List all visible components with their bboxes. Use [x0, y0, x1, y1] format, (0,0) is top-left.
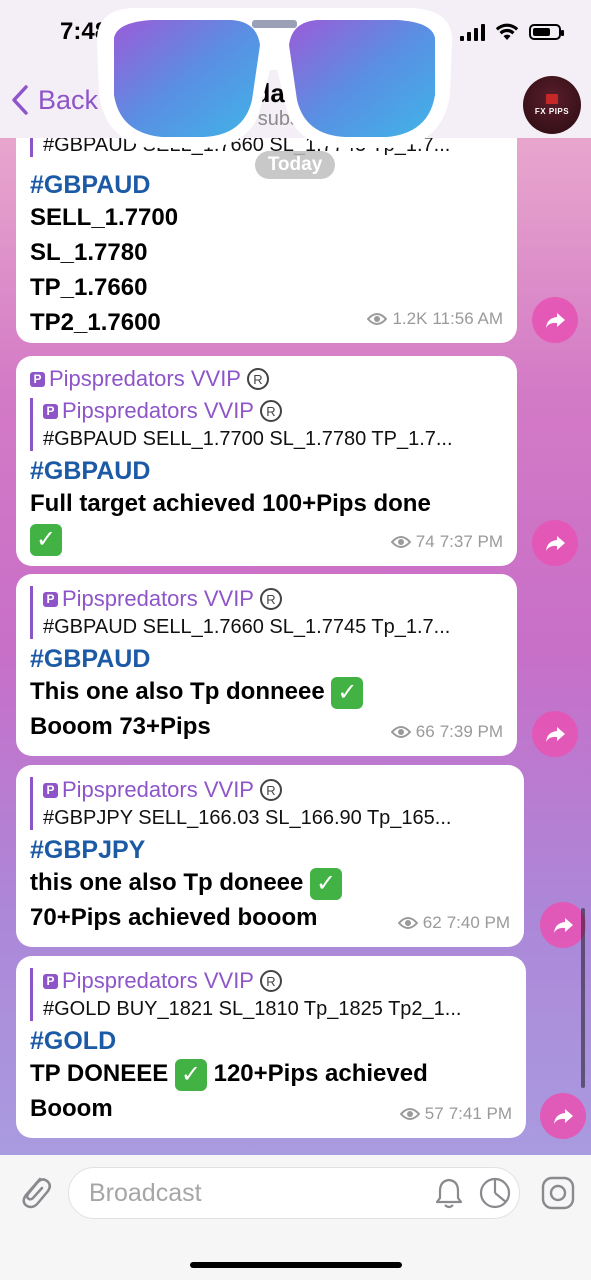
status-icons: [460, 22, 564, 42]
registered-icon: R: [246, 368, 269, 390]
registered-icon: R: [259, 779, 282, 801]
hashtag-link[interactable]: #GBPAUD: [30, 457, 503, 486]
quoted-sender-label: Pipspredators VVIP: [62, 968, 254, 993]
check-mark-icon: ✓: [310, 867, 343, 900]
quoted-text: #GBPJPY SELL_166.03 SL_166.90 Tp_165...: [43, 807, 452, 829]
message-line: Full target achieved 100+Pips done: [30, 490, 431, 517]
channel-icon: P: [43, 973, 58, 989]
view-count: 62: [422, 913, 442, 932]
message-line: This one also Tp donneee: [30, 678, 325, 705]
forward-button[interactable]: [532, 520, 578, 566]
paperclip-icon[interactable]: [16, 1171, 52, 1211]
date-badge: Today: [255, 151, 335, 179]
channel-avatar[interactable]: FX PIPS: [523, 76, 581, 134]
message-line: 120+Pips achieved: [213, 1060, 428, 1087]
quoted-text: #GBPAUD SELL_1.7660 SL_1.7745 Tp_1.7...: [43, 616, 451, 638]
registered-icon: R: [259, 970, 282, 992]
quoted-message[interactable]: P Pipspredators VVIP R #GOLD BUY_1821 SL…: [30, 968, 512, 1021]
chat-area[interactable]: Today #GBPAUD SELL_1.7660 SL_1.7745 Tp_1…: [0, 138, 591, 1155]
broadcast-placeholder: Broadcast: [89, 1178, 202, 1207]
view-count: 74: [415, 532, 435, 551]
message-bubble[interactable]: P Pipspredators VVIP R P Pipspredators V…: [16, 356, 517, 566]
composer-bar: Broadcast: [0, 1155, 591, 1280]
sunglasses-sticker: [97, 8, 452, 148]
message-bubble[interactable]: P Pipspredators VVIP R #GOLD BUY_1821 SL…: [16, 956, 526, 1138]
hashtag-link[interactable]: #GBPJPY: [30, 836, 510, 865]
timer-icon[interactable]: [478, 1176, 512, 1210]
quoted-text: #GBPAUD SELL_1.7700 SL_1.7780 TP_1.7...: [43, 428, 453, 450]
message-time: 7:37 PM: [439, 532, 503, 551]
eye-icon: [399, 1108, 420, 1120]
avatar-text: FX PIPS: [534, 107, 570, 116]
hashtag-link[interactable]: #GBPAUD: [30, 645, 503, 674]
channel-icon: P: [30, 371, 45, 387]
eye-icon: [390, 726, 411, 738]
quoted-sender: P Pipspredators VVIP R: [43, 586, 503, 612]
view-count: 1.2K: [392, 309, 428, 328]
message-meta: 57 7:41 PM: [399, 1104, 512, 1124]
message-bubble[interactable]: P Pipspredators VVIP R #GBPAUD SELL_1.76…: [16, 574, 517, 756]
wifi-icon: [495, 23, 519, 40]
channel-icon: P: [43, 782, 58, 798]
view-count: 57: [424, 1104, 444, 1123]
back-button[interactable]: Back: [10, 84, 98, 116]
check-mark-icon: ✓: [30, 523, 62, 556]
hashtag-link[interactable]: #GOLD: [30, 1027, 512, 1056]
eye-icon: [397, 917, 418, 929]
quoted-sender: P Pipspredators VVIP R: [43, 777, 510, 803]
registered-icon: R: [259, 400, 282, 422]
sender-label: Pipspredators VVIP: [49, 366, 241, 391]
eye-icon: [390, 536, 411, 548]
forward-icon: [554, 1109, 573, 1124]
forward-icon: [546, 536, 565, 551]
message-time: 7:39 PM: [439, 722, 503, 741]
message-time: 7:40 PM: [446, 913, 510, 932]
message-meta: 66 7:39 PM: [390, 722, 503, 742]
message-time: 7:41 PM: [448, 1104, 512, 1123]
message-bubble[interactable]: P Pipspredators VVIP R #GBPJPY SELL_166.…: [16, 765, 524, 947]
gift-icon: [546, 94, 558, 104]
eye-icon: [367, 313, 388, 325]
check-mark-icon: ✓: [174, 1058, 207, 1091]
channel-icon: P: [43, 403, 58, 419]
signal-icon: [460, 23, 485, 41]
scrollbar[interactable]: [581, 908, 585, 1088]
message-line: TP_1.7660: [30, 274, 148, 301]
quoted-message[interactable]: P Pipspredators VVIP R #GBPAUD SELL_1.76…: [30, 586, 503, 639]
forward-button[interactable]: [540, 1093, 586, 1139]
sender-name[interactable]: P Pipspredators VVIP R: [30, 366, 503, 392]
message-meta: 1.2K 11:56 AM: [367, 309, 503, 329]
quoted-sender-label: Pipspredators VVIP: [62, 777, 254, 802]
bell-icon[interactable]: [434, 1177, 464, 1209]
forward-button[interactable]: [532, 297, 578, 343]
quoted-sender: P Pipspredators VVIP R: [43, 968, 512, 994]
quoted-sender-label: Pipspredators VVIP: [62, 586, 254, 611]
forward-button[interactable]: [540, 902, 586, 948]
chevron-left-icon: [12, 85, 28, 115]
forward-icon: [554, 918, 573, 933]
forward-button[interactable]: [532, 711, 578, 757]
quoted-sender-label: Pipspredators VVIP: [62, 398, 254, 423]
forward-icon: [546, 727, 565, 742]
quoted-sender: P Pipspredators VVIP R: [43, 398, 503, 424]
message-line: TP DONEEE: [30, 1060, 169, 1087]
message-line: this one also Tp doneee: [30, 869, 304, 896]
channel-icon: P: [43, 591, 58, 607]
quoted-text: #GOLD BUY_1821 SL_1810 Tp_1825 Tp2_1...: [43, 998, 462, 1020]
message-meta: 74 7:37 PM: [390, 532, 503, 552]
back-label: Back: [38, 84, 99, 115]
quoted-message[interactable]: P Pipspredators VVIP R #GBPAUD SELL_1.77…: [30, 398, 503, 451]
message-line: SL_1.7780: [30, 239, 148, 266]
message-line: SELL_1.7700: [30, 204, 179, 231]
message-time: 11:56 AM: [432, 309, 503, 328]
sticker-icon[interactable]: [540, 1175, 576, 1211]
registered-icon: R: [259, 588, 282, 610]
forward-icon: [546, 313, 565, 328]
home-indicator[interactable]: [190, 1262, 402, 1268]
check-mark-icon: ✓: [331, 676, 364, 709]
battery-icon: [529, 24, 564, 40]
message-meta: 62 7:40 PM: [397, 913, 510, 933]
quoted-message[interactable]: P Pipspredators VVIP R #GBPJPY SELL_166.…: [30, 777, 510, 830]
view-count: 66: [415, 722, 435, 741]
